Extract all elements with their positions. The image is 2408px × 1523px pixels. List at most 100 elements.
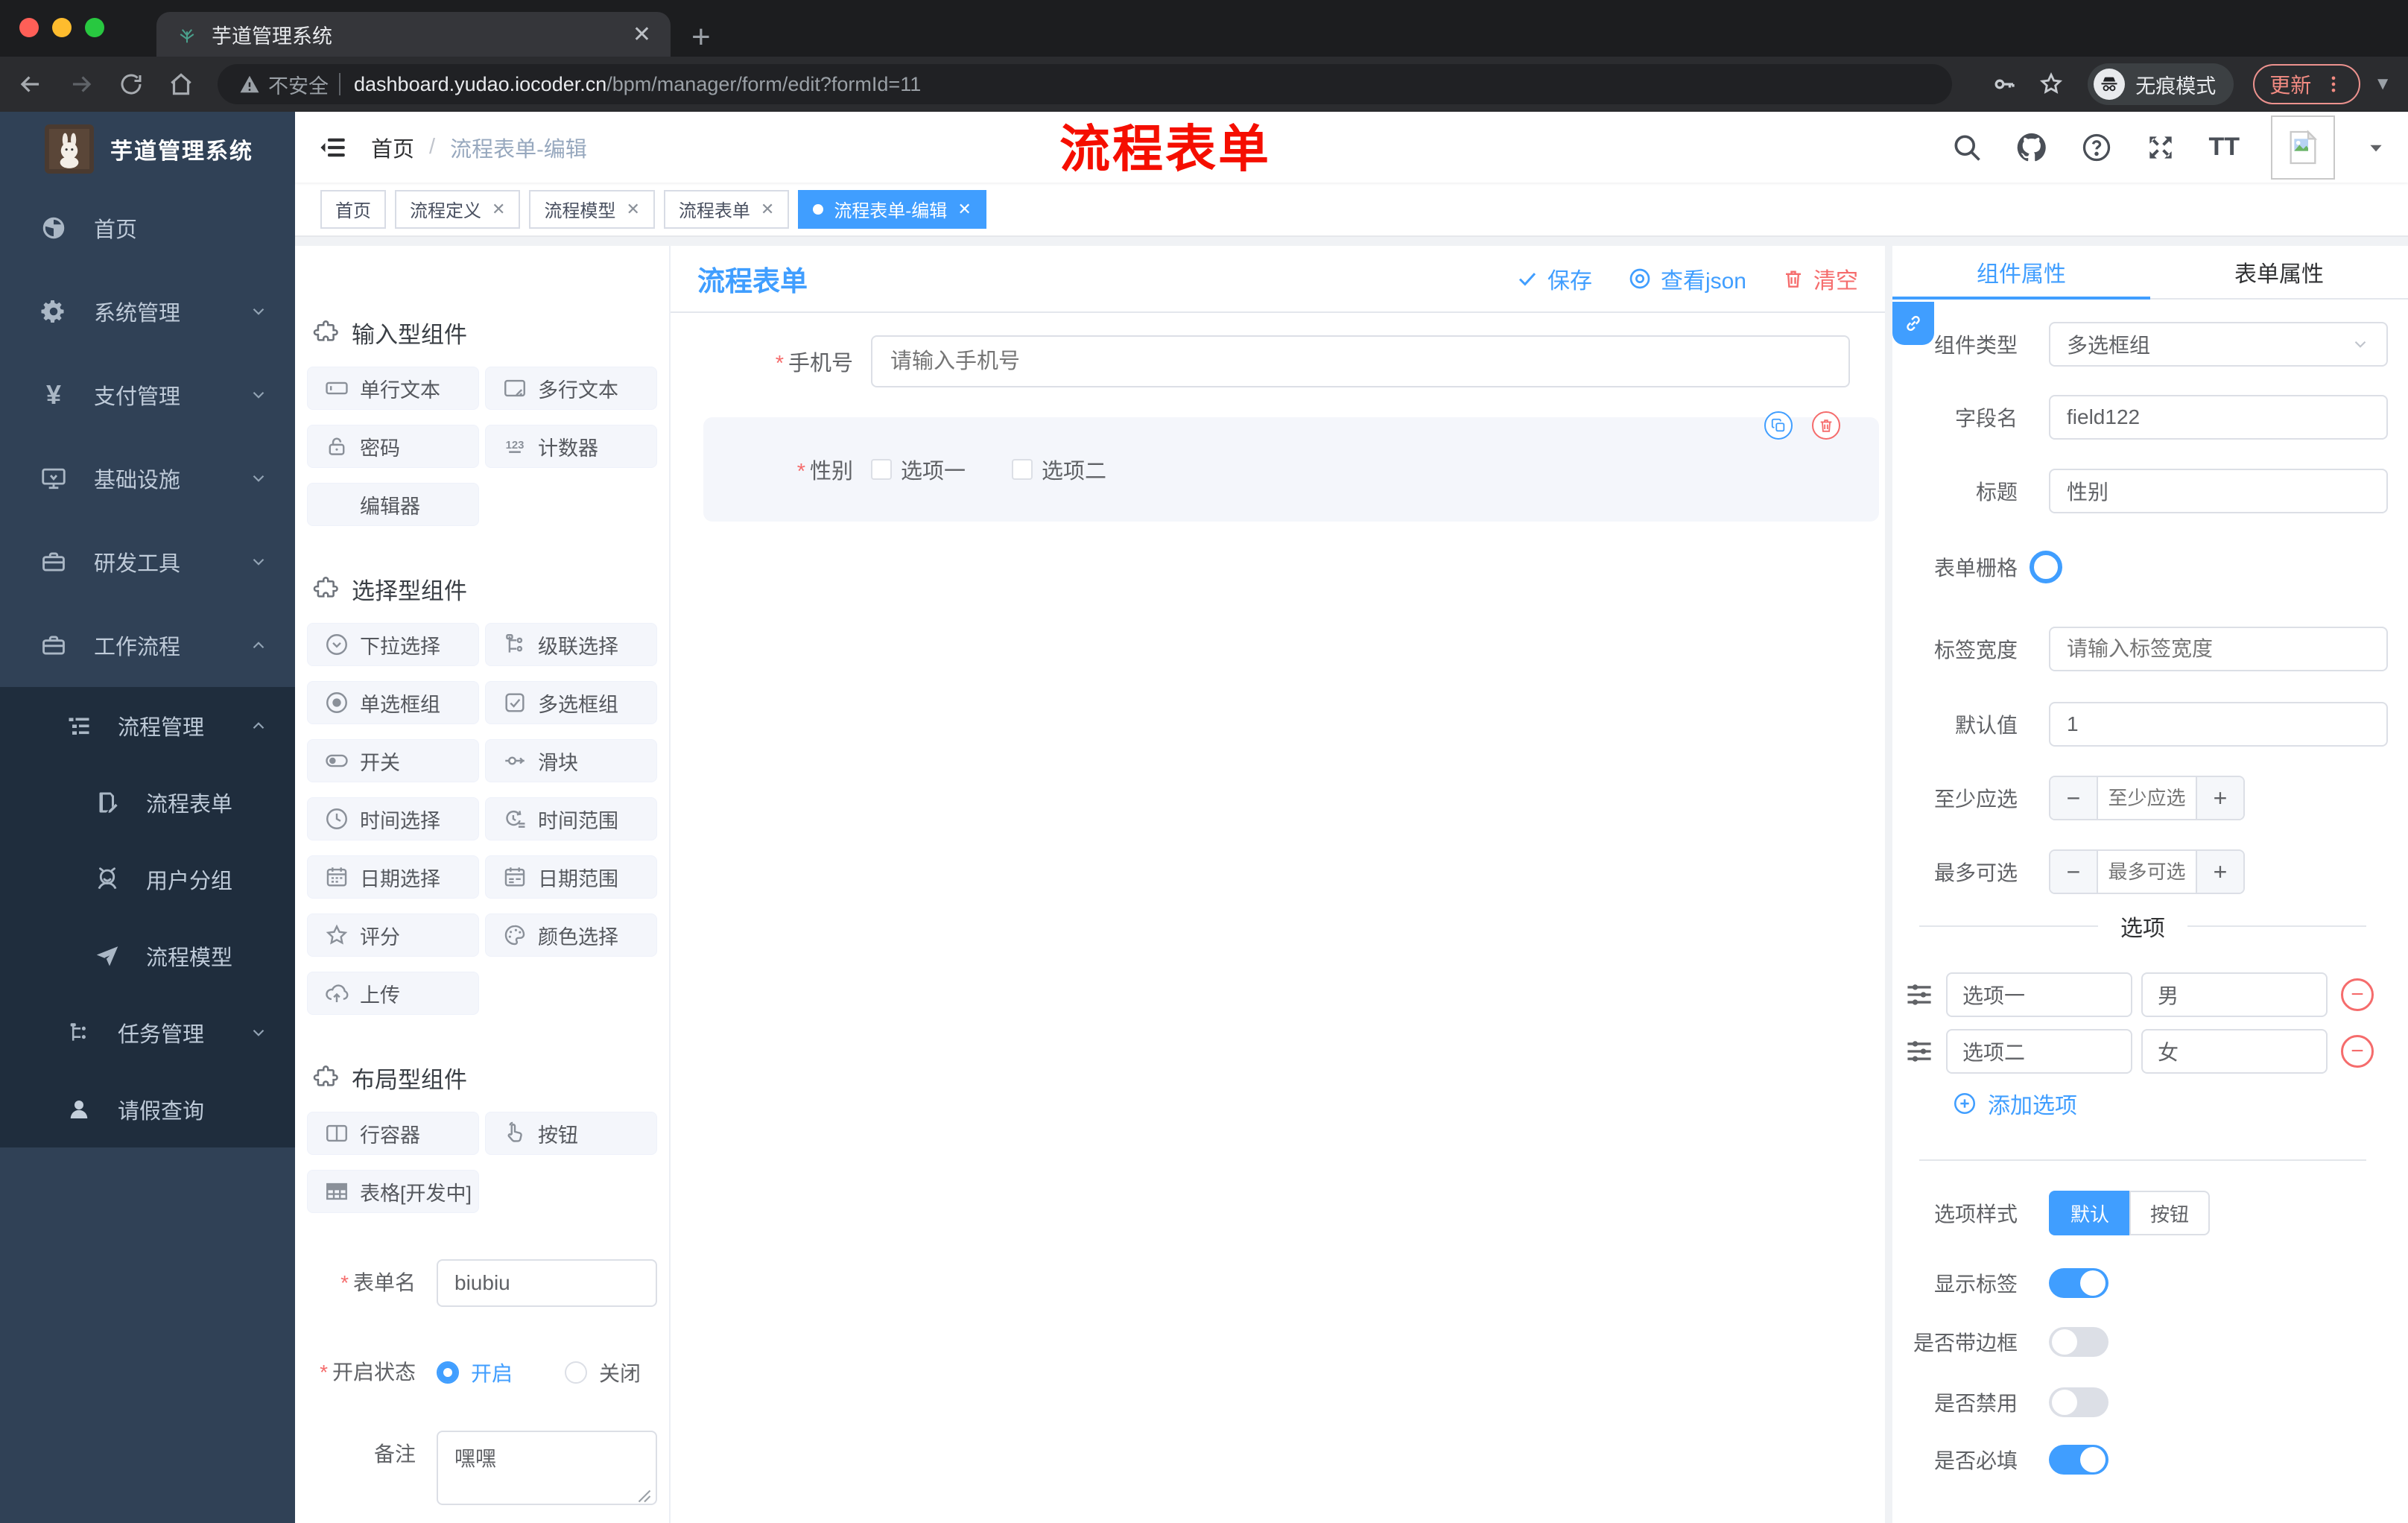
palette-item-textarea[interactable]: 多行文本 <box>485 367 657 410</box>
browser-tab[interactable]: 芋道管理系统 ✕ <box>156 12 671 57</box>
sidebar-logo[interactable]: 芋道管理系统 <box>0 112 295 186</box>
palette-item-cascader[interactable]: 级联选择 <box>485 623 657 666</box>
style-default-button[interactable]: 默认 <box>2049 1191 2129 1235</box>
max-select-input[interactable] <box>2098 851 2196 893</box>
sidebar-item-process-model[interactable]: 流程模型 <box>0 917 295 994</box>
border-toggle[interactable] <box>2049 1327 2108 1357</box>
status-off-radio[interactable]: 关闭 <box>565 1358 641 1387</box>
close-tab-icon[interactable]: ✕ <box>633 22 651 48</box>
drag-handle-icon[interactable] <box>1903 978 1936 1011</box>
palette-item-color[interactable]: 颜色选择 <box>485 914 657 957</box>
field-name-input[interactable] <box>2049 395 2388 440</box>
delete-component-button[interactable] <box>1812 411 1840 440</box>
palette-item-table[interactable]: 表格[开发中] <box>307 1170 479 1213</box>
component-type-select[interactable]: 多选框组 <box>2049 322 2388 367</box>
style-button-button[interactable]: 按钮 <box>2129 1191 2210 1235</box>
resize-handle[interactable] <box>638 1489 651 1503</box>
breadcrumb-home[interactable]: 首页 <box>371 132 414 163</box>
title-input[interactable] <box>2049 469 2388 513</box>
tag-home[interactable]: 首页 <box>320 189 386 229</box>
reload-icon[interactable] <box>118 71 145 98</box>
palette-item-button[interactable]: 按钮 <box>485 1112 657 1155</box>
sidebar-item-process-form[interactable]: 流程表单 <box>0 764 295 840</box>
palette-item-checkbox-group[interactable]: 多选框组 <box>485 681 657 724</box>
sidebar-item-pay[interactable]: ¥ 支付管理 <box>0 353 295 437</box>
checkbox[interactable] <box>871 459 892 480</box>
view-json-button[interactable]: 查看json <box>1628 262 1746 295</box>
help-icon[interactable] <box>2080 131 2113 164</box>
decrease-button[interactable]: − <box>2050 851 2098 893</box>
palette-item-time[interactable]: 时间选择 <box>307 797 479 840</box>
status-on-radio[interactable]: 开启 <box>437 1358 513 1387</box>
gender-option-2[interactable]: 选项二 <box>1012 454 1106 485</box>
avatar[interactable] <box>2271 115 2335 180</box>
palette-item-row-container[interactable]: 行容器 <box>307 1112 479 1155</box>
palette-item-slider[interactable]: 滑块 <box>485 739 657 782</box>
selected-component-gender[interactable]: * 性别 选项一 选项二 <box>703 411 1879 522</box>
caret-down-icon[interactable]: ▼ <box>2374 74 2392 95</box>
copy-component-button[interactable] <box>1764 411 1793 440</box>
checkbox[interactable] <box>1012 459 1033 480</box>
link-tab[interactable] <box>1892 302 1934 345</box>
tag-process-form[interactable]: 流程表单 ✕ <box>663 189 790 229</box>
close-icon[interactable]: ✕ <box>957 200 971 219</box>
tag-process-form-edit[interactable]: 流程表单-编辑 ✕ <box>798 189 986 229</box>
sidebar-item-task-mgmt[interactable]: 任务管理 <box>0 994 295 1071</box>
sidebar-item-home[interactable]: 首页 <box>0 186 295 270</box>
bookmark-star-icon[interactable] <box>2037 70 2065 98</box>
palette-item-select[interactable]: 下拉选择 <box>307 623 479 666</box>
palette-item-single-text[interactable]: 单行文本 <box>307 367 479 410</box>
form-name-input[interactable] <box>437 1259 657 1307</box>
sidebar-item-devtools[interactable]: 研发工具 <box>0 520 295 604</box>
sidebar-item-user-group[interactable]: 用户分组 <box>0 840 295 917</box>
palette-item-date[interactable]: 日期选择 <box>307 855 479 899</box>
palette-item-switch[interactable]: 开关 <box>307 739 479 782</box>
fullscreen-icon[interactable] <box>2144 131 2177 164</box>
increase-button[interactable]: + <box>2196 851 2243 893</box>
palette-item-editor[interactable]: 编辑器 <box>307 483 479 526</box>
palette-item-counter[interactable]: 123 计数器 <box>485 425 657 468</box>
gender-option-1[interactable]: 选项一 <box>871 454 966 485</box>
palette-item-password[interactable]: 密码 <box>307 425 479 468</box>
tab-form-props[interactable]: 表单属性 <box>2150 246 2408 298</box>
form-remark-textarea[interactable]: 嘿嘿 <box>437 1431 657 1505</box>
required-toggle[interactable] <box>2049 1445 2108 1475</box>
slider-handle[interactable] <box>2030 551 2062 583</box>
home-icon[interactable] <box>167 70 195 98</box>
tag-process-definition[interactable]: 流程定义 ✕ <box>395 189 521 229</box>
remove-option-button[interactable]: − <box>2341 978 2374 1011</box>
label-width-input[interactable] <box>2049 627 2388 671</box>
palette-item-radio-group[interactable]: 单选框组 <box>307 681 479 724</box>
min-select-input[interactable] <box>2098 777 2196 819</box>
option-1-value-input[interactable] <box>2141 972 2328 1017</box>
close-window-button[interactable] <box>19 18 39 37</box>
option-1-label-input[interactable] <box>1946 972 2132 1017</box>
minimize-window-button[interactable] <box>52 18 72 37</box>
option-2-value-input[interactable] <box>2141 1029 2328 1074</box>
palette-item-upload[interactable]: 上传 <box>307 972 479 1015</box>
decrease-button[interactable]: − <box>2050 777 2098 819</box>
remove-option-button[interactable]: − <box>2341 1035 2374 1068</box>
clear-button[interactable]: 清空 <box>1782 262 1858 295</box>
sidebar-item-system[interactable]: 系统管理 <box>0 270 295 353</box>
disabled-toggle[interactable] <box>2049 1387 2108 1417</box>
tag-process-model[interactable]: 流程模型 ✕ <box>529 189 655 229</box>
github-icon[interactable] <box>2015 130 2049 165</box>
back-icon[interactable] <box>16 70 45 98</box>
phone-field[interactable]: * 手机号 <box>671 335 1850 387</box>
forward-icon[interactable] <box>67 70 95 98</box>
palette-item-rate[interactable]: 评分 <box>307 914 479 957</box>
close-icon[interactable]: ✕ <box>626 200 639 219</box>
font-size-icon[interactable]: TT <box>2208 133 2240 162</box>
update-button[interactable]: 更新 <box>2253 64 2361 104</box>
sidebar-item-leave-query[interactable]: 请假查询 <box>0 1071 295 1147</box>
add-option-button[interactable]: 添加选项 <box>1952 1089 2389 1118</box>
key-icon[interactable] <box>1991 71 2018 98</box>
default-value-input[interactable] <box>2049 702 2388 747</box>
sidebar-item-process-mgmt[interactable]: 流程管理 <box>0 687 295 764</box>
phone-input[interactable] <box>871 335 1850 387</box>
address-bar[interactable]: 不安全 dashboard.yudao.iocoder.cn/bpm/manag… <box>218 64 1953 104</box>
show-label-toggle[interactable] <box>2049 1268 2108 1298</box>
sidebar-toggle-icon[interactable] <box>317 132 349 163</box>
save-button[interactable]: 保存 <box>1516 262 1592 295</box>
